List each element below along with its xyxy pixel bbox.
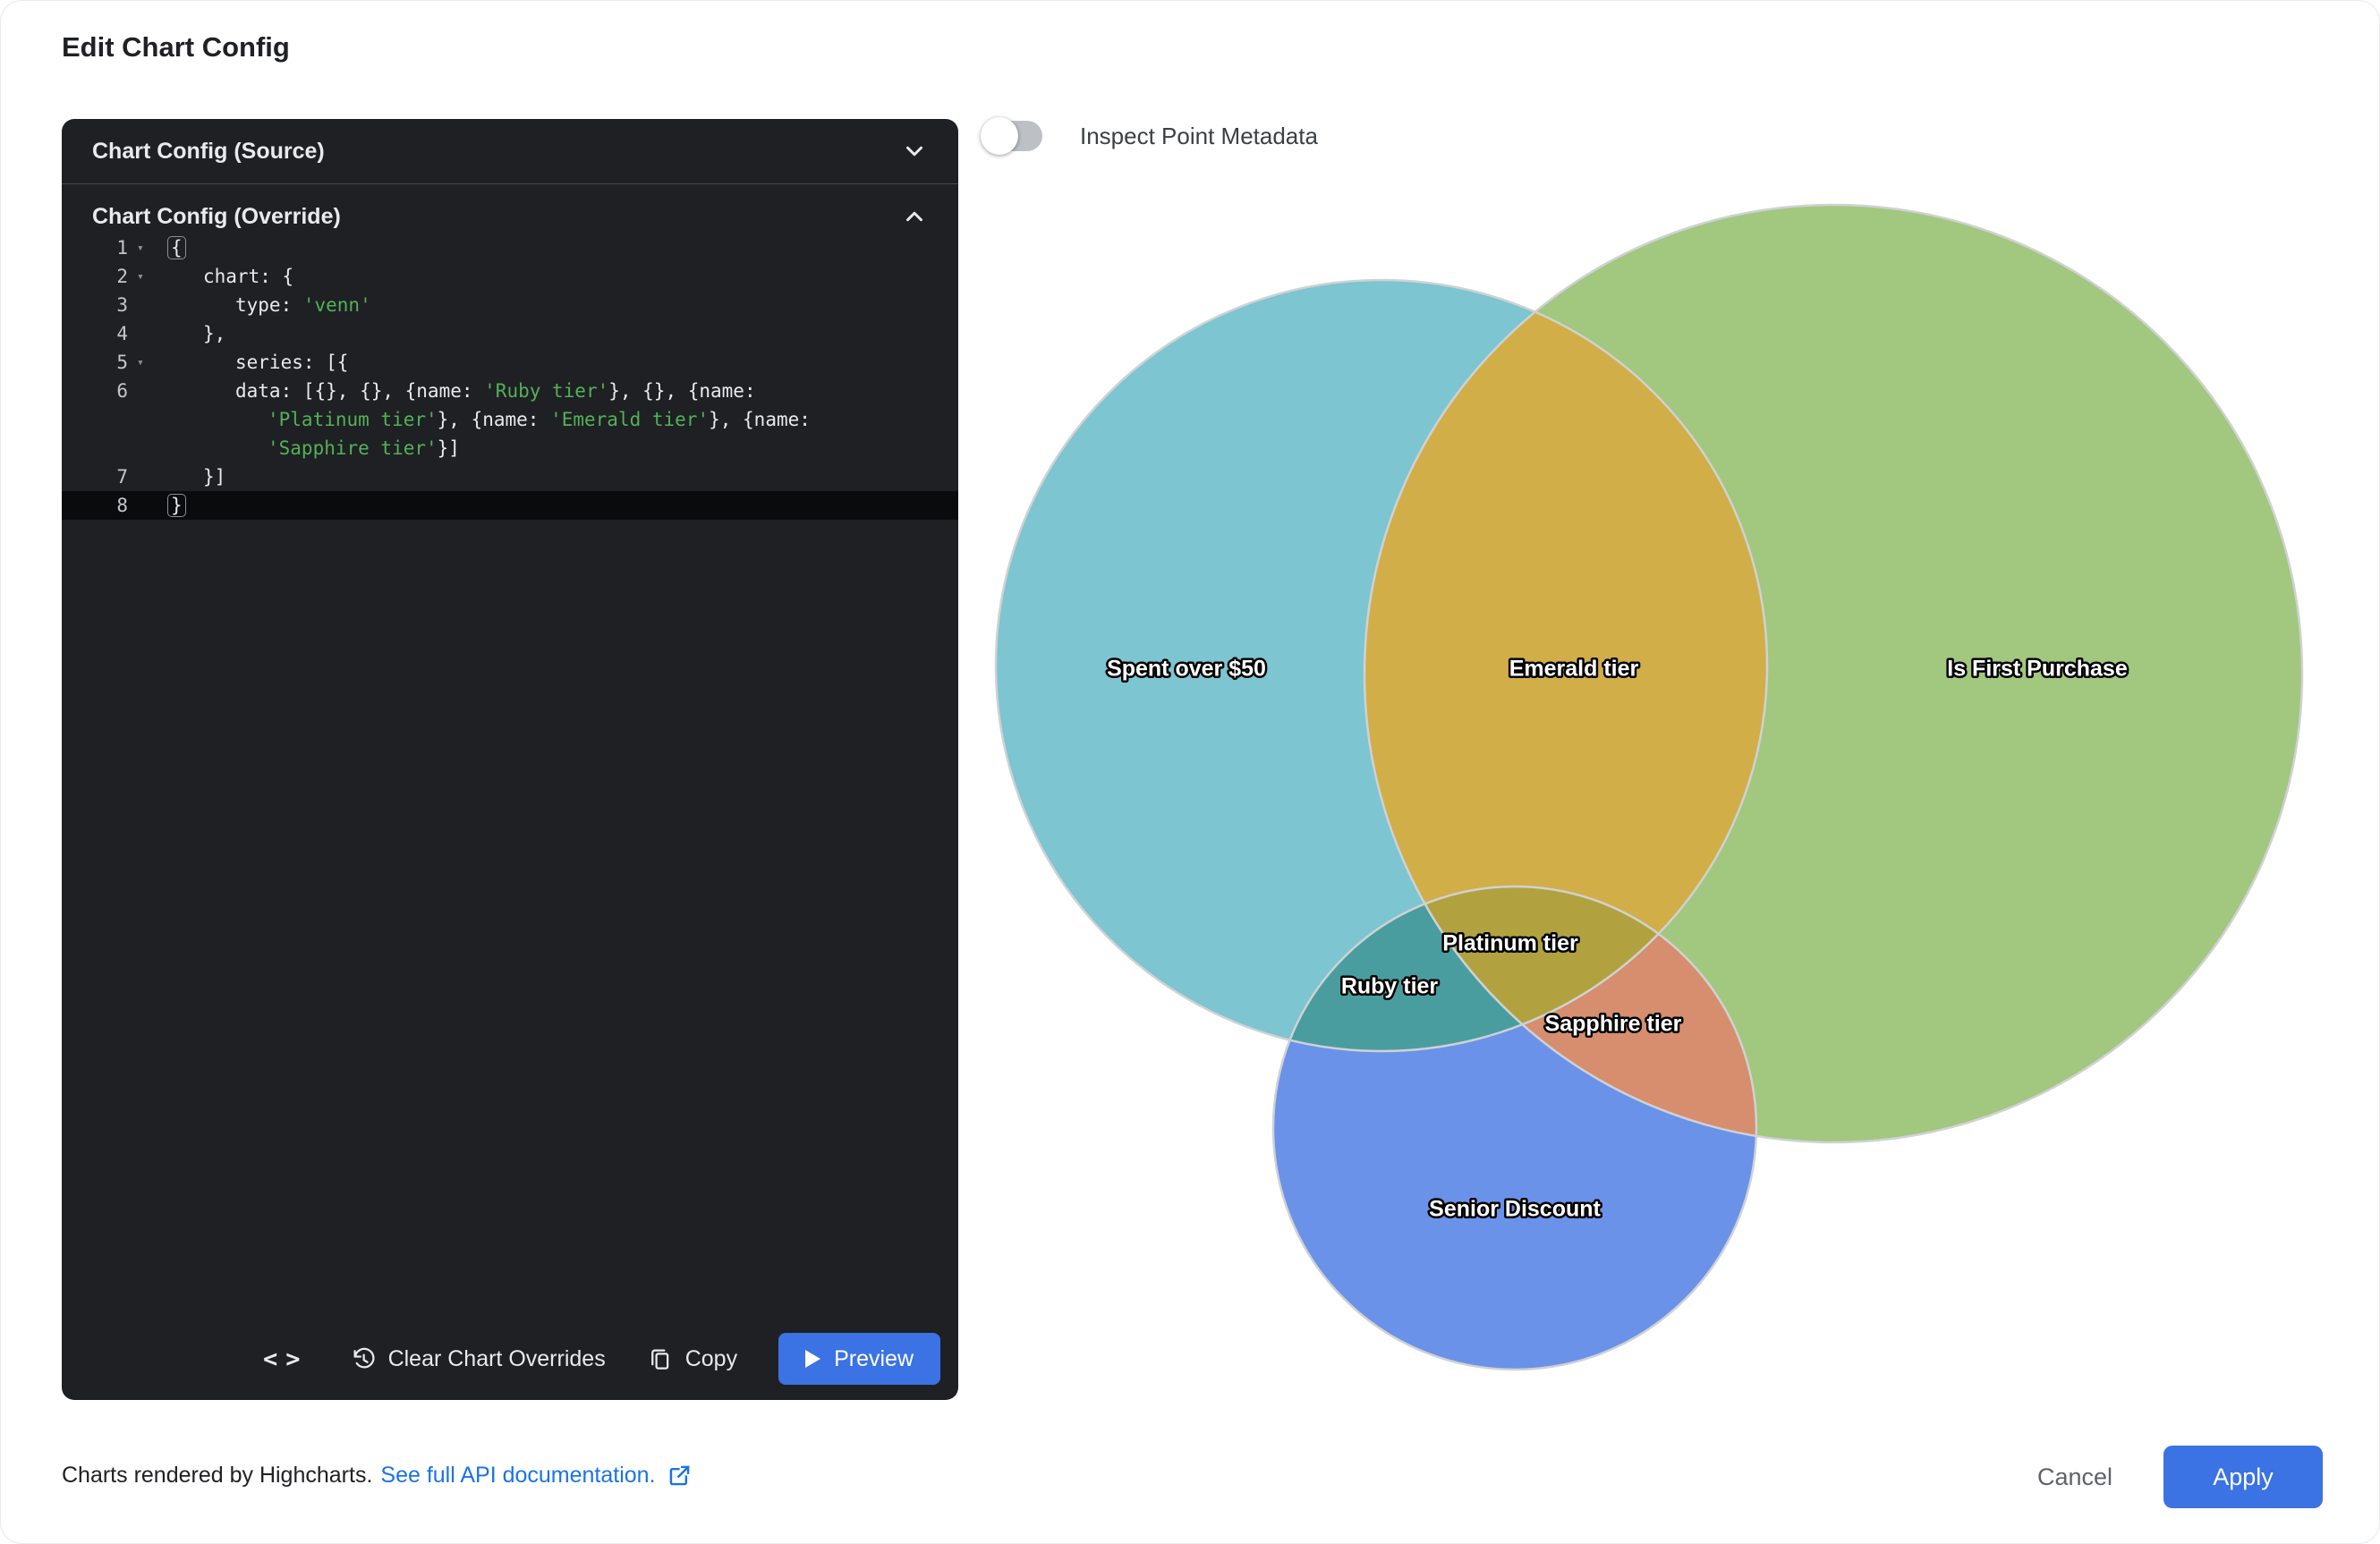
line-number: 3 [62, 291, 128, 319]
venn-label-ruby-tier: Ruby tier [1341, 974, 1439, 999]
clear-chart-overrides-label: Clear Chart Overrides [388, 1346, 606, 1372]
code-line-text: }, [203, 319, 225, 348]
preview-button[interactable]: Preview [778, 1333, 940, 1385]
clear-chart-overrides-button[interactable]: Clear Chart Overrides [350, 1345, 606, 1372]
external-link-icon[interactable] [667, 1463, 692, 1488]
code-line-text: 'Platinum tier'}, {name: 'Emerald tier'}… [268, 405, 811, 434]
override-config-title: Chart Config (Override) [92, 204, 341, 230]
code-row[interactable]: 3 type: 'venn' [62, 291, 958, 319]
code-line-text: type: 'venn' [235, 291, 371, 319]
line-number: 6 [62, 377, 128, 405]
venn-chart[interactable]: Spent over $50 Is First Purchase Senior Di… [967, 171, 2336, 1414]
line-number: 7 [62, 462, 128, 491]
source-config-header[interactable]: Chart Config (Source) [62, 119, 958, 183]
code-line-text: series: [{ [235, 348, 348, 377]
venn-label-platinum-tier: Platinum tier [1442, 931, 1578, 956]
chart-config-editor-panel: Chart Config (Source) Chart Config (Over… [62, 119, 958, 1400]
inspect-point-metadata-toggle[interactable] [983, 121, 1042, 151]
code-row[interactable]: 8} [62, 491, 958, 520]
footer-credit: Charts rendered by Highcharts. See full … [62, 1463, 692, 1489]
chevron-down-icon[interactable] [901, 138, 928, 165]
code-row[interactable]: 7}] [62, 462, 958, 491]
toggle-knob [981, 117, 1018, 155]
history-icon [350, 1345, 377, 1372]
play-icon [805, 1350, 820, 1368]
venn-svg[interactable]: Spent over $50 Is First Purchase Senior Di… [967, 171, 2336, 1414]
code-view-icon[interactable]: <> [252, 1345, 309, 1373]
copy-button[interactable]: Copy [647, 1345, 737, 1372]
code-row[interactable]: 2 ▾ chart: { [62, 262, 958, 291]
highcharts-credit-text: Charts rendered by Highcharts. [62, 1463, 372, 1489]
code-row[interactable]: 6 data: [{}, {}, {name: 'Ruby tier'}, {},… [62, 377, 958, 405]
code-line-text: data: [{}, {}, {name: 'Ruby tier'}, {}, … [235, 377, 756, 405]
copy-label: Copy [685, 1346, 737, 1372]
copy-icon [647, 1345, 674, 1372]
code-row[interactable]: 5 ▾ series: [{ [62, 348, 958, 377]
code-row[interactable]: 'Platinum tier'}, {name: 'Emerald tier'}… [62, 405, 958, 434]
cancel-button[interactable]: Cancel [2016, 1445, 2134, 1509]
venn-label-senior-discount: Senior Discount [1429, 1197, 1601, 1222]
api-documentation-link[interactable]: See full API documentation. [380, 1463, 655, 1489]
inspect-point-metadata-label: Inspect Point Metadata [1080, 123, 1318, 150]
venn-label-sapphire-tier: Sapphire tier [1545, 1012, 1682, 1037]
page-title: Edit Chart Config [62, 31, 290, 64]
line-number: 2 [62, 262, 128, 291]
line-number: 1 [62, 233, 128, 262]
line-number: 8 [62, 491, 128, 520]
fold-arrow-icon[interactable]: ▾ [137, 263, 144, 292]
fold-arrow-icon[interactable]: ▾ [137, 234, 144, 263]
code-line-text: } [171, 491, 186, 520]
code-row[interactable]: 1 ▾ { [62, 233, 958, 262]
code-line-text: }] [203, 462, 225, 491]
line-number: 5 [62, 348, 128, 377]
source-config-title: Chart Config (Source) [92, 139, 325, 165]
preview-label: Preview [834, 1346, 914, 1372]
apply-button[interactable]: Apply [2163, 1446, 2323, 1508]
line-number: 4 [62, 319, 128, 348]
chevron-up-icon[interactable] [901, 203, 928, 230]
code-row[interactable]: 4}, [62, 319, 958, 348]
venn-label-spent-over-50: Spent over $50 [1107, 657, 1266, 682]
code-row[interactable]: 'Sapphire tier'}] [62, 434, 958, 462]
code-line-text: 'Sapphire tier'}] [268, 434, 460, 462]
venn-label-is-first-purchase: Is First Purchase [1947, 657, 2128, 682]
code-line-text: { [171, 233, 186, 262]
code-line-text: chart: { [203, 262, 293, 291]
code-editor[interactable]: 1▾{2▾chart: {3type: 'venn'4},5▾series: [… [62, 233, 958, 520]
fold-arrow-icon[interactable]: ▾ [137, 349, 144, 378]
inspect-metadata-row: Inspect Point Metadata [983, 121, 1318, 151]
venn-label-emerald-tier: Emerald tier [1509, 657, 1639, 682]
editor-toolbar: <> Clear Chart Overrides Copy Preview [62, 1318, 958, 1400]
